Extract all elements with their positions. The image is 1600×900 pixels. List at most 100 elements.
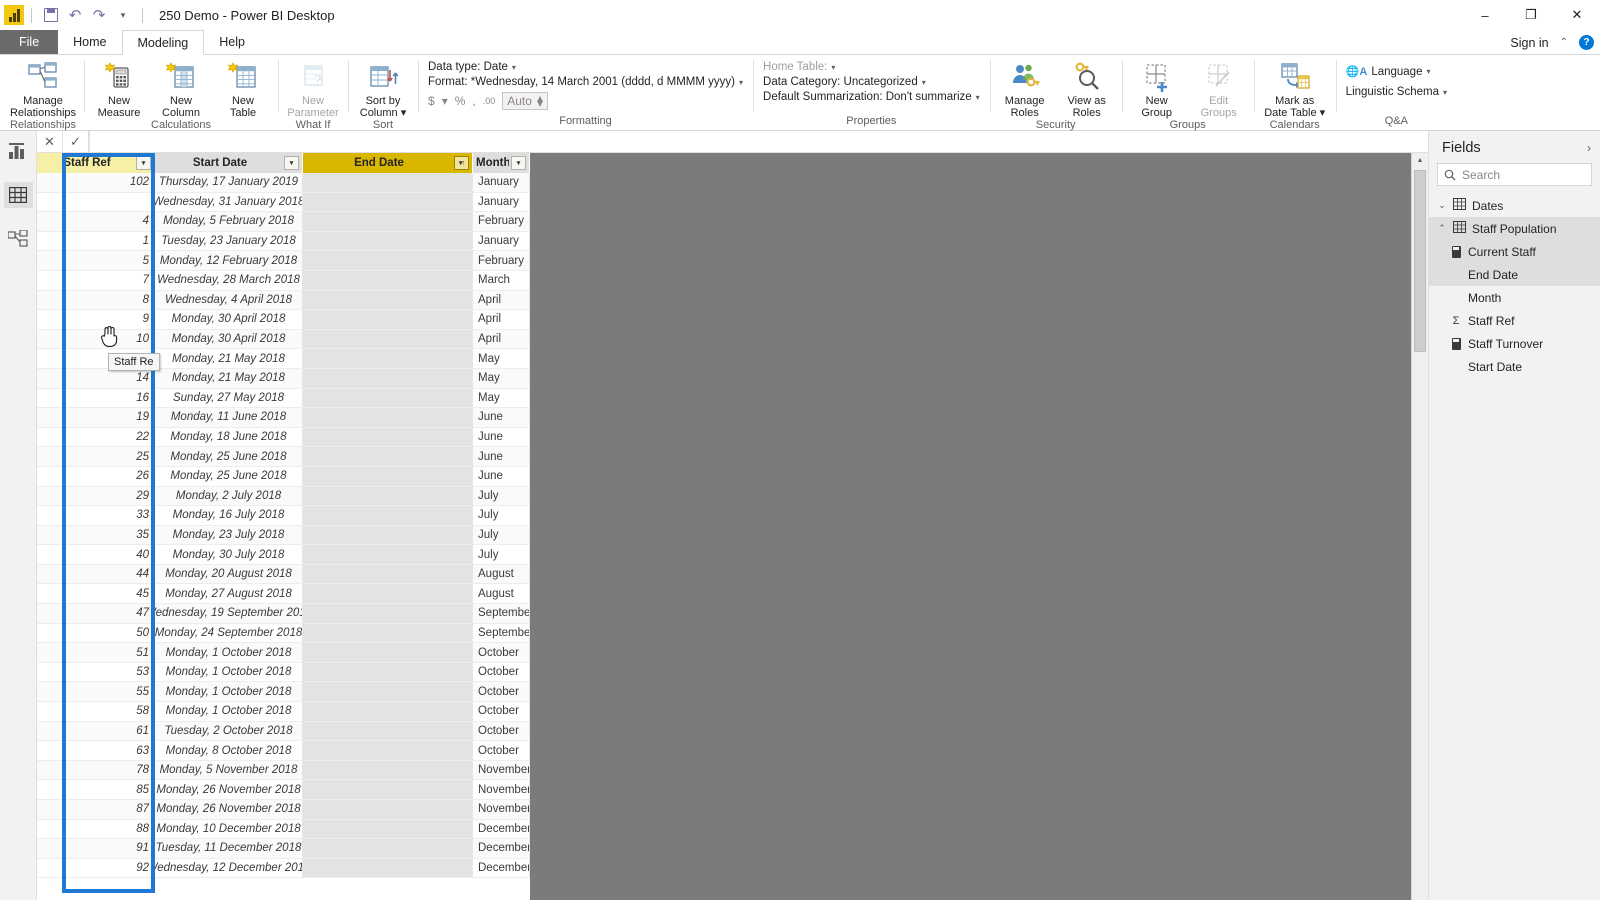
table-row[interactable]: 8 Wednesday, 4 April 2018 April	[37, 290, 530, 311]
cell-start-date[interactable]: Monday, 2 July 2018	[155, 486, 303, 507]
cell-start-date[interactable]: Monday, 1 October 2018	[155, 702, 303, 722]
cell-start-date[interactable]: Monday, 21 May 2018	[155, 349, 303, 369]
cell-end-date[interactable]	[303, 506, 473, 526]
cell-end-date[interactable]	[303, 270, 473, 291]
table-row[interactable]: 55 Monday, 1 October 2018 October	[37, 682, 530, 703]
chevron-down-icon[interactable]: ▾	[442, 94, 448, 108]
cell-start-date[interactable]: Monday, 30 April 2018	[155, 310, 303, 330]
table-row[interactable]: 85 Monday, 26 November 2018 November	[37, 780, 530, 800]
table-row[interactable]: 33 Monday, 16 July 2018 July	[37, 506, 530, 526]
cell-end-date[interactable]	[303, 800, 473, 820]
cell-staff-ref[interactable]: 61	[37, 721, 155, 742]
cell-end-date[interactable]	[303, 408, 473, 428]
cell-end-date[interactable]	[303, 760, 473, 781]
new-group-button[interactable]: New Group	[1126, 58, 1188, 119]
cell-month[interactable]: October	[473, 721, 530, 742]
cell-month[interactable]: February	[473, 251, 530, 271]
cell-month[interactable]: January	[473, 192, 530, 213]
cell-month[interactable]: September	[473, 623, 530, 644]
cell-end-date[interactable]	[303, 721, 473, 742]
table-row[interactable]: 63 Monday, 8 October 2018 October	[37, 741, 530, 761]
cell-start-date[interactable]: Monday, 11 June 2018	[155, 408, 303, 428]
table-row[interactable]: 78 Monday, 5 November 2018 November	[37, 760, 530, 781]
table-row[interactable]: 102 Thursday, 17 January 2019 January	[37, 173, 530, 193]
cell-end-date[interactable]	[303, 173, 473, 193]
table-row[interactable]: 4 Monday, 5 February 2018 February	[37, 212, 530, 232]
cell-month[interactable]: October	[473, 643, 530, 663]
scrollbar-thumb[interactable]	[1414, 170, 1426, 352]
cell-start-date[interactable]: Monday, 1 October 2018	[155, 682, 303, 703]
new-measure-button[interactable]: New Measure	[88, 58, 150, 119]
save-icon[interactable]	[39, 3, 63, 27]
table-row[interactable]: 58 Monday, 1 October 2018 October	[37, 702, 530, 722]
report-view-icon[interactable]	[4, 138, 33, 164]
cell-end-date[interactable]	[303, 212, 473, 232]
cell-month[interactable]: December	[473, 819, 530, 840]
percent-format-button[interactable]: %	[455, 94, 466, 108]
tab-modeling[interactable]: Modeling	[121, 30, 205, 55]
table-row[interactable]: 35 Monday, 23 July 2018 July	[37, 525, 530, 546]
cell-end-date[interactable]	[303, 741, 473, 761]
cell-start-date[interactable]: Monday, 24 September 2018	[155, 623, 303, 644]
cell-month[interactable]: June	[473, 447, 530, 467]
cell-start-date[interactable]: Monday, 20 August 2018	[155, 564, 303, 585]
cell-start-date[interactable]: Monday, 26 November 2018	[155, 800, 303, 820]
currency-format-button[interactable]: $	[428, 94, 435, 108]
cell-start-date[interactable]: Monday, 10 December 2018	[155, 819, 303, 840]
cell-end-date[interactable]	[303, 702, 473, 722]
cell-staff-ref[interactable]: 10	[37, 329, 155, 350]
fields-table-staff-population[interactable]: ⌃ Staff Population	[1429, 217, 1600, 240]
cell-end-date[interactable]	[303, 643, 473, 663]
chevron-down-icon[interactable]: ⌄	[1437, 200, 1447, 211]
cell-staff-ref[interactable]: 14	[37, 368, 155, 389]
cell-end-date[interactable]	[303, 231, 473, 252]
formula-cancel-icon[interactable]: ✕	[37, 131, 63, 152]
column-sort-button-end-date[interactable]: ▾↑	[454, 156, 469, 170]
table-row[interactable]: 91 Tuesday, 11 December 2018 December	[37, 839, 530, 859]
cell-month[interactable]: May	[473, 388, 530, 409]
cell-month[interactable]: June	[473, 408, 530, 428]
cell-end-date[interactable]	[303, 623, 473, 644]
cell-month[interactable]: July	[473, 525, 530, 546]
formula-accept-icon[interactable]: ✓	[63, 131, 89, 152]
cell-start-date[interactable]: Wednesday, 28 March 2018	[155, 270, 303, 291]
cell-start-date[interactable]: Tuesday, 23 January 2018	[155, 231, 303, 252]
cell-staff-ref[interactable]: 33	[37, 506, 155, 526]
cell-end-date[interactable]	[303, 329, 473, 350]
cell-end-date[interactable]	[303, 780, 473, 800]
cell-staff-ref[interactable]: 53	[37, 662, 155, 683]
cell-staff-ref[interactable]: 47	[37, 604, 155, 624]
new-parameter-button[interactable]: ? New Parameter	[282, 58, 344, 119]
table-row[interactable]: 1 Tuesday, 23 January 2018 January	[37, 231, 530, 252]
cell-start-date[interactable]: Monday, 23 July 2018	[155, 525, 303, 546]
cell-month[interactable]: December	[473, 858, 530, 879]
cell-month[interactable]: October	[473, 741, 530, 761]
cell-end-date[interactable]	[303, 584, 473, 605]
model-view-icon[interactable]	[4, 226, 33, 252]
format-dropdown[interactable]: Format: *Wednesday, 14 March 2001 (dddd,…	[428, 76, 743, 88]
cell-end-date[interactable]	[303, 819, 473, 840]
collapse-pane-icon[interactable]: ›	[1587, 141, 1591, 155]
chevron-up-icon[interactable]: ⌃	[1437, 223, 1447, 234]
cell-staff-ref[interactable]: 5	[37, 251, 155, 271]
cell-staff-ref[interactable]: 92	[37, 858, 155, 879]
cell-month[interactable]: February	[473, 212, 530, 232]
cell-month[interactable]: June	[473, 466, 530, 487]
cell-end-date[interactable]	[303, 564, 473, 585]
linguistic-schema-dropdown[interactable]: Linguistic Schema ▾	[1346, 86, 1447, 98]
column-filter-button-start-date[interactable]: ▾	[284, 156, 299, 170]
table-row[interactable]: 47Wednesday, 19 September 2018 September	[37, 604, 530, 624]
cell-start-date[interactable]: Monday, 1 October 2018	[155, 643, 303, 663]
cell-month[interactable]: May	[473, 368, 530, 389]
cell-month[interactable]: September	[473, 604, 530, 624]
cell-staff-ref[interactable]: 78	[37, 760, 155, 781]
cell-start-date[interactable]: Monday, 8 October 2018	[155, 741, 303, 761]
cell-start-date[interactable]: Monday, 16 July 2018	[155, 506, 303, 526]
cell-start-date[interactable]: Monday, 12 February 2018	[155, 251, 303, 271]
field-item-month[interactable]: Month	[1429, 286, 1600, 309]
cell-staff-ref[interactable]: 25	[37, 447, 155, 467]
field-item-start-date[interactable]: Start Date	[1429, 355, 1600, 378]
table-row[interactable]: 87 Monday, 26 November 2018 November	[37, 800, 530, 820]
thousands-separator-button[interactable]: ,	[472, 94, 475, 108]
data-type-dropdown[interactable]: Data type: Date ▾	[428, 61, 743, 73]
